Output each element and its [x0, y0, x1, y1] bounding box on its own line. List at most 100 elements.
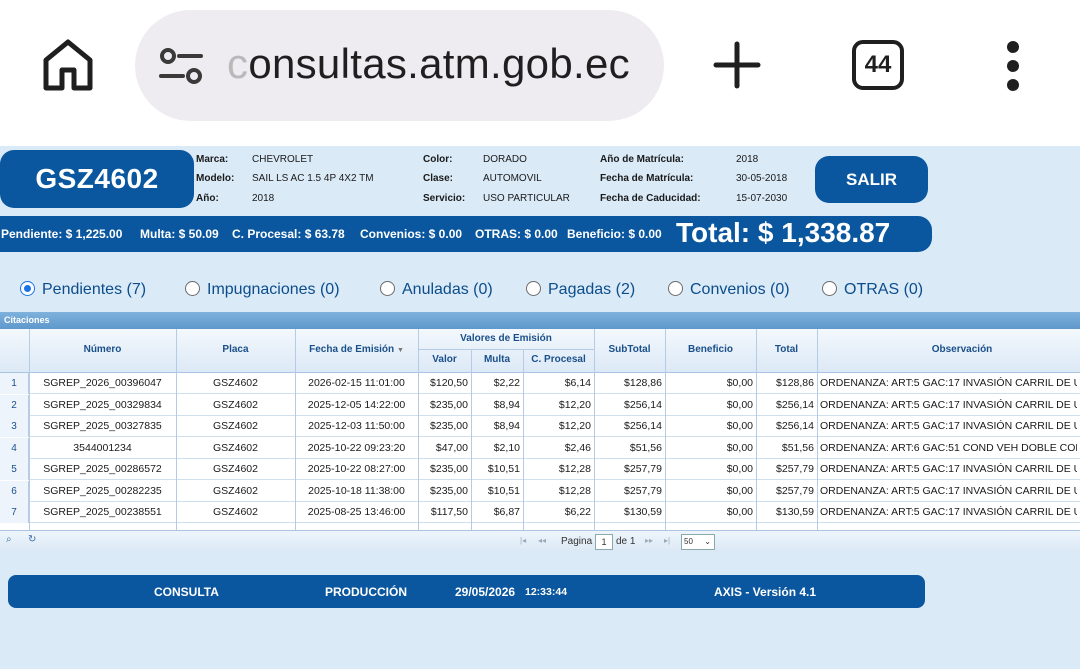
rows-per-page-select[interactable]: 50 ⌄	[681, 534, 715, 550]
row-number: 3	[0, 416, 29, 437]
plus-icon	[713, 41, 761, 89]
cell-multa: $8,94	[493, 398, 520, 411]
filter-label: Pendientes (7)	[42, 281, 147, 298]
cell-valor: $235,00	[430, 420, 468, 432]
row-number: 6	[0, 480, 29, 502]
rows-per-page-value: 50	[684, 537, 693, 546]
cell-beneficio: $0,00	[726, 398, 753, 411]
radio-icon[interactable]	[380, 281, 395, 296]
cell-beneficio: $0,00	[726, 484, 753, 497]
fecha-caducidad-label: Fecha de Caducidad:	[600, 193, 701, 204]
tabs-icon[interactable]: 44	[852, 40, 904, 90]
cell-multa: $8,94	[493, 420, 520, 432]
cell-subtotal: $257,79	[624, 484, 662, 497]
col-beneficio[interactable]: Beneficio	[665, 344, 756, 355]
col-observacion[interactable]: Observación	[817, 344, 1080, 355]
cell-total: $130,59	[776, 506, 814, 518]
filter-label: Impugnaciones (0)	[207, 281, 340, 298]
column-divider	[594, 329, 595, 530]
cell-multa: $2,10	[493, 441, 520, 454]
address-bar[interactable]: consultas.atm.gob.ec	[135, 10, 664, 121]
footer-time: 12:33:44	[525, 586, 568, 598]
exit-button[interactable]: SALIR	[815, 156, 928, 203]
table-row[interactable]: 5 SGREP_2025_00286572 GSZ4602 2025-10-22 08…	[0, 459, 1080, 480]
refresh-icon[interactable]: ↻	[28, 534, 36, 545]
header-divider	[418, 349, 594, 350]
cell-valor: $120,50	[430, 377, 468, 389]
multa-total: Multa: $ 50.09	[140, 227, 219, 241]
table-row[interactable]: 2 SGREP_2025_00329834 GSZ4602 2025-12-05 14…	[0, 394, 1080, 416]
column-divider	[523, 350, 524, 530]
next-page-icon[interactable]: ▸▸	[645, 536, 653, 545]
cell-numero: 3544001234	[73, 441, 132, 454]
column-divider	[176, 329, 177, 530]
cell-beneficio: $0,00	[726, 441, 753, 454]
last-page-icon[interactable]: ▸|	[664, 536, 670, 545]
fecha-matricula-value: 30-05-2018	[736, 173, 788, 184]
cell-procesal: $12,28	[558, 484, 591, 497]
column-divider	[665, 329, 666, 530]
cell-fecha: 2025-10-22 09:23:20	[307, 441, 406, 454]
footer-date: 29/05/2026	[455, 585, 516, 599]
cell-multa: $2,22	[493, 377, 520, 389]
search-icon[interactable]: ⌕	[6, 534, 12, 545]
column-divider	[295, 329, 296, 530]
cell-placa: GSZ4602	[213, 420, 258, 432]
marca-value: CHEVROLET	[252, 154, 314, 165]
modelo-label: Modelo:	[196, 173, 235, 184]
cell-obs: ORDENANZA: ART:5 GAC:17 INVASIÓN CARRIL …	[820, 398, 1077, 411]
cell-numero: SGREP_2025_00329834	[43, 398, 162, 411]
table-row[interactable]: 7 SGREP_2025_00238551 GSZ4602 2025-08-25 13…	[0, 502, 1080, 523]
col-placa[interactable]: Placa	[176, 344, 295, 355]
cell-obs: ORDENANZA: ART:5 GAC:17 INVASIÓN CARRIL …	[820, 377, 1077, 389]
radio-icon[interactable]	[526, 281, 541, 296]
row-number: 7	[0, 502, 29, 523]
first-page-icon[interactable]: |◂	[520, 536, 526, 545]
cell-total: $128,86	[776, 377, 814, 389]
prev-page-icon[interactable]: ◂◂	[538, 536, 546, 545]
table-row[interactable]: 4 3544001234 GSZ4602 2025-10-22 09:23:20 $47…	[0, 437, 1080, 459]
anio-label: Año:	[196, 193, 219, 204]
plate-badge: GSZ4602	[0, 150, 194, 208]
radio-icon[interactable]	[185, 281, 200, 296]
pendiente-total: Pendiente: $ 1,225.00	[1, 227, 123, 241]
table-row[interactable]: 6 SGREP_2025_00282235 GSZ4602 2025-10-18 11…	[0, 480, 1080, 502]
cell-obs: ORDENANZA: ART:6 GAC:51 COND VEH DOBLE C…	[820, 441, 1077, 454]
row-number: 5	[0, 459, 29, 480]
table-row[interactable]: 1 SGREP_2026_00396047 GSZ4602 2026-02-15 11…	[0, 373, 1080, 394]
radio-icon[interactable]	[822, 281, 837, 296]
col-subtotal[interactable]: SubTotal	[594, 344, 665, 355]
col-fecha-label: Fecha de Emisión	[309, 344, 395, 355]
radio-icon[interactable]	[668, 281, 683, 296]
menu-button[interactable]	[1000, 40, 1026, 92]
filter-label: Anuladas (0)	[402, 281, 493, 298]
radio-selected-icon[interactable]	[20, 281, 35, 296]
cell-total: $51,56	[781, 441, 814, 454]
column-divider	[471, 350, 472, 530]
cell-placa: GSZ4602	[213, 506, 258, 518]
col-numero[interactable]: Número	[29, 344, 176, 355]
color-label: Color:	[423, 154, 453, 165]
cell-numero: SGREP_2025_00286572	[43, 463, 162, 475]
cell-multa: $6,87	[493, 506, 520, 518]
cell-valor: $47,00	[435, 441, 468, 454]
table-row[interactable]: 3 SGREP_2025_00327835 GSZ4602 2025-12-03 11…	[0, 416, 1080, 437]
col-procesal[interactable]: C. Procesal	[523, 354, 594, 365]
home-icon	[43, 39, 93, 91]
tune-icon[interactable]	[159, 46, 203, 86]
col-multa[interactable]: Multa	[471, 354, 523, 365]
page-number-input[interactable]: 1	[595, 534, 613, 550]
cell-fecha: 2026-02-15 11:01:00	[308, 377, 405, 389]
cell-multa: $10,51	[487, 484, 520, 497]
cell-obs: ORDENANZA: ART:5 GAC:17 INVASIÓN CARRIL …	[820, 506, 1077, 518]
col-fecha[interactable]: Fecha de Emisión ▼	[295, 344, 418, 355]
cell-beneficio: $0,00	[726, 506, 753, 518]
cell-placa: GSZ4602	[213, 463, 258, 475]
page-content: GSZ4602 Marca: CHEVROLET Modelo: SAIL LS…	[0, 146, 1080, 669]
col-valor[interactable]: Valor	[418, 354, 471, 365]
browser-toolbar: consultas.atm.gob.ec 44	[0, 0, 1080, 140]
col-total[interactable]: Total	[756, 344, 817, 355]
home-button[interactable]	[42, 38, 94, 92]
new-tab-button[interactable]	[712, 40, 762, 90]
marca-label: Marca:	[196, 154, 229, 165]
